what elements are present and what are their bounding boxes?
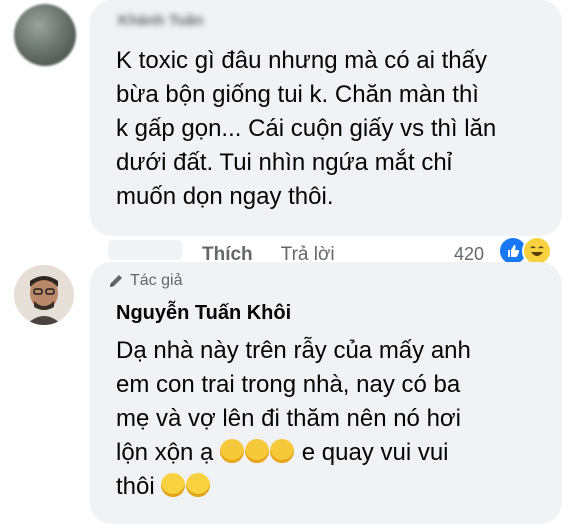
comment-text: K toxic gì đâu nhưng mà có ai thấy bừa b… (116, 47, 497, 210)
author-badge-label: Tác giả (130, 272, 183, 289)
author-reply-text: Dạ nhà này trên rẫy của mấy anh em con t… (116, 334, 556, 504)
grinning-face-icon (186, 473, 211, 497)
smiling-face-with-hearts-icon (270, 439, 295, 463)
grinning-sweat-icon (161, 473, 186, 497)
smiling-face-with-hearts-icon (220, 439, 245, 463)
author-name[interactable]: Nguyễn Tuấn Khôi (116, 302, 291, 325)
smiling-face-with-hearts-icon (245, 439, 270, 463)
faded-placeholder (108, 240, 182, 260)
author-badge: Tác giả (108, 272, 182, 290)
commenter-name[interactable]: Khánh Tuân (118, 12, 204, 29)
pen-icon (110, 275, 122, 287)
commenter-avatar[interactable] (14, 4, 76, 66)
reply-action[interactable]: Trả lời (281, 244, 335, 262)
like-action[interactable]: Thích (202, 244, 253, 262)
author-avatar[interactable] (14, 265, 74, 325)
reaction-count[interactable]: 420 (454, 240, 484, 262)
comment-actions: Thích Trả lời (202, 240, 335, 262)
